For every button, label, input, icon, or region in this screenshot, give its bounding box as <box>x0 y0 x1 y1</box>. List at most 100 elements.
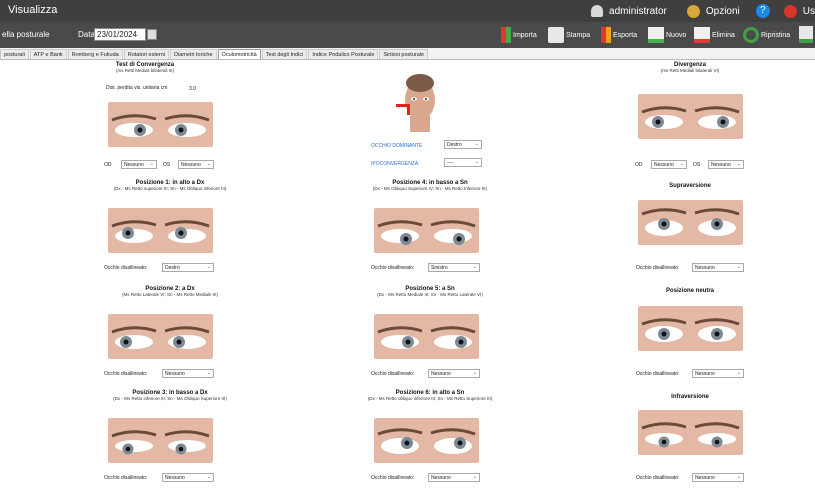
refresh-icon <box>743 27 759 43</box>
od-label: OD <box>635 162 643 168</box>
print-button[interactable]: Stampa <box>548 26 590 44</box>
position-panel: Infraversione <box>630 394 750 400</box>
position-panel: Posizione 4: in basso a Sn (Dx - Ms Obli… <box>320 180 540 191</box>
dist-label: Dist. perdita vis. unitaria cm <box>106 85 168 91</box>
new-button[interactable]: Nuovo <box>648 26 686 44</box>
disallineato-label: Occhio disallineato: <box>371 265 415 271</box>
delete-button[interactable]: Elimina <box>694 26 735 44</box>
occhio-dominante-label: OCCHIO DOMINANTE <box>371 143 423 149</box>
eyes-image <box>638 410 743 455</box>
eyes-image <box>108 208 213 253</box>
od-select[interactable]: Nessuno ⌄ <box>651 160 687 169</box>
ipoconvergenza-select[interactable]: ---- ⌄ <box>444 158 482 167</box>
eyes-image <box>374 314 479 359</box>
delete-document-icon <box>694 27 710 43</box>
panel-subtitle: (Dx - Ms Retto Mediale III; Sn - Ms Rett… <box>377 292 483 297</box>
disallineato-select[interactable]: Destro ⌄ <box>162 263 214 272</box>
position-panel: Posizione 3: in basso a Dx (Dx - Ms Rett… <box>60 390 280 401</box>
os-select[interactable]: Nessuno ⌄ <box>178 160 214 169</box>
export-icon <box>601 27 611 43</box>
title-bar: Visualizza administrator Opzioni ? Us <box>0 0 815 22</box>
extra-label: Us <box>802 5 815 17</box>
eyes-image <box>108 418 213 463</box>
panel-title: Posizione neutra <box>665 288 714 294</box>
disallineato-select[interactable]: Nessuno ⌄ <box>692 263 744 272</box>
panel-subtitle: (Dx - Ms Retto obliquo inferiore III; Sn… <box>367 396 493 401</box>
os-label: OS <box>163 162 171 168</box>
disallineato-label: Occhio disallineato: <box>636 371 680 377</box>
position-panel: Posizione neutra <box>630 288 750 294</box>
disallineato-label: Occhio disallineato: <box>371 475 415 481</box>
tab-posturali[interactable]: posturali <box>0 49 29 59</box>
od-select[interactable]: Nessuno ⌄ <box>121 160 157 169</box>
divergenza-panel: Divergenza (ms Retti Mediali bilaterali … <box>630 62 750 73</box>
calendar-icon[interactable] <box>147 29 157 40</box>
position-panel: Posizione 6: in alto a Sn (Dx - Ms Retto… <box>320 390 540 401</box>
disallineato-label: Occhio disallineato: <box>104 475 148 481</box>
position-panel: Posizione 5: a Sn (Dx - Ms Retto Mediale… <box>320 286 540 297</box>
options-button[interactable]: Opzioni <box>706 6 740 17</box>
disallineato-label: Occhio disallineato: <box>104 371 148 377</box>
date-label: Data <box>78 30 95 39</box>
tab-diametri[interactable]: Diametri toriche <box>170 49 217 59</box>
import-button[interactable]: Importa <box>501 26 537 44</box>
printer-icon <box>548 27 564 43</box>
gear-icon[interactable] <box>686 4 700 18</box>
date-input[interactable]: 23/01/2024 <box>94 28 146 41</box>
os-label: OS <box>693 162 701 168</box>
tab-rotatori[interactable]: Rotatori esterni <box>123 49 170 59</box>
tab-test-indici[interactable]: Test degli Indici <box>261 49 308 59</box>
disallineato-select[interactable]: Nessuno ⌄ <box>428 473 480 482</box>
panel-subtitle: (ms Retti Mediali bilaterali VI) <box>660 68 720 73</box>
panel-title: Supraversione <box>669 183 711 189</box>
power-icon[interactable] <box>783 4 797 18</box>
restore-button[interactable]: Ripristina <box>743 26 790 44</box>
disallineato-select[interactable]: Nessuno ⌄ <box>162 369 214 378</box>
disallineato-label: Occhio disallineato: <box>371 371 415 377</box>
tab-romberg[interactable]: Romberg e Fukuda <box>67 49 123 59</box>
disallineato-select[interactable]: Sinistro ⌄ <box>428 263 480 272</box>
eyes-image <box>374 418 479 463</box>
save-icon[interactable] <box>799 26 813 43</box>
occhio-dominante-select[interactable]: Destro ⌄ <box>444 140 482 149</box>
position-panel: Supraversione <box>630 183 750 189</box>
disallineato-label: Occhio disallineato: <box>104 265 148 271</box>
tab-atp-bank[interactable]: ATP e Bank <box>29 49 67 59</box>
disallineato-select[interactable]: Nessuno ⌄ <box>692 369 744 378</box>
disallineato-select[interactable]: Nessuno ⌄ <box>692 473 744 482</box>
dist-input[interactable]: 3.0 <box>186 84 210 93</box>
os-select[interactable]: Nessuno ⌄ <box>708 160 744 169</box>
tab-sintesi[interactable]: Sintesi posturale <box>379 49 429 59</box>
disallineato-label: Occhio disallineato: <box>636 265 680 271</box>
import-icon <box>501 27 511 43</box>
eyes-image <box>108 102 213 147</box>
eyes-image <box>374 208 479 253</box>
convergenza-panel: Test di Convergenza (ms Retti Mediali bi… <box>85 62 205 73</box>
eyes-image <box>638 306 743 351</box>
window-title: Visualizza <box>8 4 58 16</box>
tab-bar: posturali ATP e Bank Romberg e Fukuda Ro… <box>0 48 815 60</box>
section-label: ella posturale <box>2 30 50 39</box>
help-icon[interactable]: ? <box>755 4 770 18</box>
od-label: OD <box>104 162 112 168</box>
position-panel: Posizione 2: a Dx (Ms Retto Laterale VI;… <box>60 286 280 297</box>
disallineato-select[interactable]: Nessuno ⌄ <box>428 369 480 378</box>
export-button[interactable]: Esporta <box>601 26 637 44</box>
toolbar: ella posturale Data 23/01/2024 Importa S… <box>0 22 815 48</box>
disallineato-select[interactable]: Nessuno ⌄ <box>162 473 214 482</box>
panel-subtitle: (Dx - Ms Retto superiore III; Sn - Ms Ob… <box>113 186 227 191</box>
tab-indice-podalico[interactable]: Indice Podalico Posturale <box>308 49 379 59</box>
eyes-image <box>108 314 213 359</box>
position-panel: Posizione 1: in alto a Dx (Dx - Ms Retto… <box>60 180 280 191</box>
panel-subtitle: (Dx - Ms Retto inferiore III; Sn - Ms Ob… <box>113 396 227 401</box>
content-area: Test di Convergenza (ms Retti Mediali bi… <box>0 60 815 503</box>
tab-oculomotricita[interactable]: Oculomotricità <box>217 49 261 59</box>
panel-subtitle: (Ms Retto Laterale VI; Sn - Ms Retto Med… <box>121 292 219 297</box>
ipoconvergenza-label: IPOCONVERGENZA <box>371 161 419 167</box>
panel-subtitle: (Dx - Ms Obliquo Superiore IV; Sn - Ms R… <box>372 186 488 191</box>
user-icon <box>591 5 604 17</box>
panel-subtitle: (ms Retti Mediali bilaterali III) <box>115 68 174 73</box>
user-name[interactable]: administrator <box>609 6 667 17</box>
panel-title: Infraversione <box>671 394 709 400</box>
disallineato-label: Occhio disallineato: <box>636 475 680 481</box>
